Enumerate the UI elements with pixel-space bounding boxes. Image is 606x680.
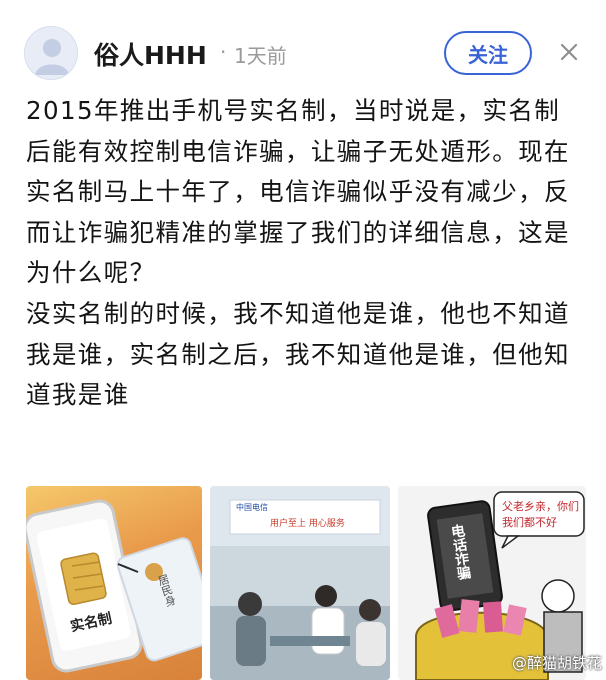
post-body: 2015年推出手机号实名制，当时说是，实名制后能有效控制电信诈骗，让骗子无处遁形… <box>26 91 586 416</box>
watermark-text: @醉猫胡铁花 <box>512 654 603 672</box>
user-avatar-icon <box>25 27 77 79</box>
speech-bubble-line-1: 父老乡亲，你们 <box>502 500 579 513</box>
post-image-telecom-hall[interactable]: 中国电信 用户至上 用心服务 <box>210 486 390 680</box>
follow-button[interactable]: 关注 <box>444 31 532 75</box>
close-icon[interactable] <box>557 40 581 64</box>
post-image-real-name-sim[interactable]: 实名制 居民身 <box>26 486 202 680</box>
post-paragraph: 2015年推出手机号实名制，当时说是，实名制后能有效控制电信诈骗，让骗子无处遁形… <box>26 96 570 288</box>
post-image-phone-scam-cartoon[interactable]: 电话诈骗 父老乡亲，你们 我们都不好 <box>398 486 586 680</box>
meta-separator: · <box>220 40 227 64</box>
author-name[interactable]: 俗人HHH <box>94 36 207 72</box>
hall-sign-text: 用户至上 用心服务 <box>270 519 345 529</box>
speech-bubble-line-2: 我们都不好 <box>502 516 557 529</box>
telecom-logo-text: 中国电信 <box>236 503 268 512</box>
post-time: 1天前 <box>234 44 287 68</box>
avatar[interactable] <box>24 26 78 80</box>
post-paragraph: 没实名制的时候，我不知道他是谁，他也不知道我是谁，实名制之后，我不知道他是谁，但… <box>26 298 570 410</box>
post-header: 俗人HHH · 1天前 关注 <box>0 0 606 92</box>
scam-cartoon-illustration <box>398 486 586 680</box>
phone-sim-illustration <box>26 499 202 673</box>
image-grid: 实名制 居民身 中国电信 用户至上 用心服务 电话诈骗 父老乡亲，你们 我们都不… <box>26 486 586 680</box>
